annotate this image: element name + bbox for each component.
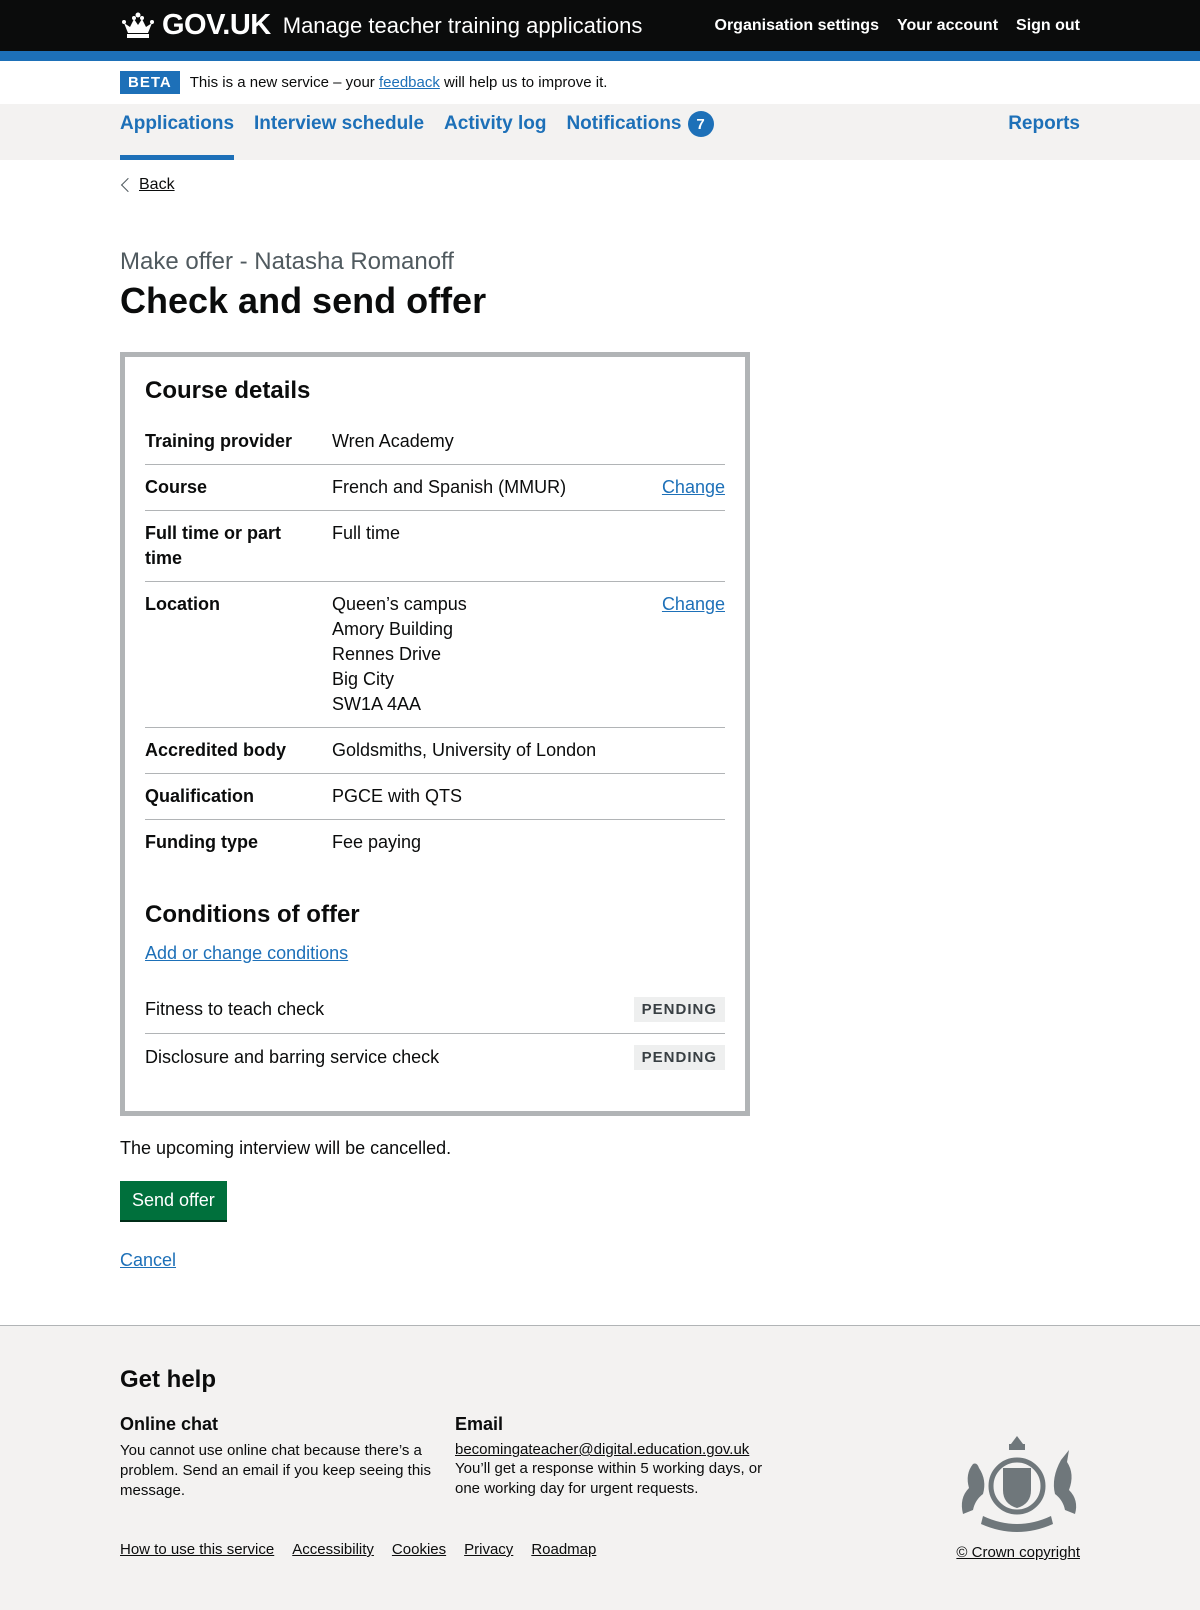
beta-text-before: This is a new service – your — [189, 74, 379, 91]
online-chat-title: Online chat — [120, 1414, 219, 1434]
condition-item: Disclosure and barring service check PEN… — [145, 1034, 725, 1081]
email-response-text: You’ll get a response within 5 working d… — [455, 1460, 763, 1497]
service-name[interactable]: Manage teacher training applications — [283, 13, 643, 39]
online-chat-section: Online chat You cannot use online chat b… — [120, 1414, 455, 1501]
site-footer: Get help Online chat You cannot use onli… — [0, 1325, 1200, 1610]
back-link-wrapper: Back — [120, 176, 1080, 194]
summary-value: Queen’s campus Amory Building Rennes Dri… — [332, 592, 645, 717]
summary-key: Location — [145, 594, 220, 614]
logo-text: GOV.UK — [162, 9, 271, 41]
cancel-link[interactable]: Cancel — [120, 1250, 1080, 1271]
conditions-list: Fitness to teach check PENDING Disclosur… — [145, 986, 725, 1081]
sign-out-link[interactable]: Sign out — [1016, 17, 1080, 35]
change-course-link[interactable]: Change — [662, 477, 725, 497]
tab-reports[interactable]: Reports — [1008, 105, 1080, 160]
summary-action-empty — [645, 521, 725, 571]
organisation-settings-link[interactable]: Organisation settings — [715, 17, 879, 35]
online-chat-text: You cannot use online chat because there… — [120, 1442, 432, 1499]
status-badge: PENDING — [633, 997, 725, 1022]
back-link[interactable]: Back — [139, 176, 175, 194]
tab-applications[interactable]: Applications — [120, 105, 235, 160]
footer-link-privacy[interactable]: Privacy — [464, 1541, 513, 1558]
course-details-heading: Course details — [145, 377, 311, 404]
summary-row-study-mode: Full time or part time Full time — [145, 511, 725, 582]
primary-nav: Applications Interview schedule Activity… — [0, 105, 1200, 160]
summary-value: French and Spanish (MMUR) — [332, 477, 567, 497]
beta-tag: BETA — [120, 71, 180, 94]
page-caption: Make offer - Natasha Romanoff — [120, 248, 454, 275]
phase-banner: BETA This is a new service – your feedba… — [0, 61, 1200, 105]
summary-key: Qualification — [145, 786, 255, 806]
change-location-link[interactable]: Change — [662, 594, 725, 614]
location-line: Amory Building — [332, 619, 454, 639]
summary-action-empty — [645, 784, 725, 809]
summary-row-course: Course French and Spanish (MMUR) Change — [145, 465, 725, 511]
condition-text: Disclosure and barring service check — [145, 1047, 440, 1067]
condition-item: Fitness to teach check PENDING — [145, 986, 725, 1034]
tab-interview-schedule[interactable]: Interview schedule — [254, 105, 424, 160]
crown-icon — [122, 12, 154, 38]
govuk-logo[interactable]: GOV.UK — [120, 9, 271, 42]
site-header: GOV.UK Manage teacher training applicati… — [0, 0, 1200, 61]
summary-value: Goldsmiths, University of London — [332, 740, 597, 760]
location-line: Rennes Drive — [332, 644, 442, 664]
get-help-heading: Get help — [120, 1366, 217, 1393]
your-account-link[interactable]: Your account — [897, 17, 998, 35]
status-badge: PENDING — [633, 1045, 725, 1070]
notifications-count-badge: 7 — [687, 111, 714, 137]
summary-key: Accredited body — [145, 740, 287, 760]
footer-link-cookies[interactable]: Cookies — [392, 1541, 446, 1558]
interview-cancel-note: The upcoming interview will be cancelled… — [120, 1138, 452, 1158]
summary-row-training-provider: Training provider Wren Academy — [145, 419, 725, 465]
chevron-left-icon — [120, 177, 136, 193]
summary-value: Wren Academy — [332, 431, 454, 451]
condition-text: Fitness to teach check — [145, 999, 325, 1019]
beta-text: This is a new service – your feedback wi… — [190, 74, 608, 91]
summary-action-empty — [645, 429, 725, 454]
tab-notifications-label: Notifications — [566, 113, 682, 134]
tab-notifications[interactable]: Notifications 7 — [566, 105, 714, 160]
footer-link-how-to-use[interactable]: How to use this service — [120, 1541, 274, 1558]
location-line: Big City — [332, 669, 395, 689]
tab-activity-log[interactable]: Activity log — [444, 105, 546, 160]
crown-copyright-link[interactable]: © Crown copyright — [956, 1544, 1080, 1561]
offer-summary-panel: Course details Training provider Wren Ac… — [120, 352, 750, 1116]
header-nav: Organisation settings Your account Sign … — [715, 17, 1081, 35]
help-columns: Online chat You cannot use online chat b… — [120, 1414, 1080, 1501]
email-title: Email — [455, 1414, 504, 1434]
summary-action: Change — [645, 592, 725, 717]
summary-row-qualification: Qualification PGCE with QTS — [145, 774, 725, 820]
summary-key: Full time or part time — [145, 523, 282, 568]
send-offer-button[interactable]: Send offer — [120, 1181, 227, 1220]
email-address-link[interactable]: becomingateacher@digital.education.gov.u… — [455, 1441, 749, 1458]
summary-value: Fee paying — [332, 832, 422, 852]
summary-action: Change — [645, 475, 725, 500]
summary-row-funding-type: Funding type Fee paying — [145, 820, 725, 865]
summary-value: PGCE with QTS — [332, 786, 463, 806]
footer-link-accessibility[interactable]: Accessibility — [292, 1541, 374, 1558]
summary-action-empty — [645, 830, 725, 855]
summary-key: Course — [145, 477, 208, 497]
summary-key: Funding type — [145, 832, 258, 852]
summary-key: Training provider — [145, 431, 293, 451]
footer-links: How to use this service Accessibility Co… — [120, 1541, 1080, 1558]
summary-row-location: Location Queen’s campus Amory Building R… — [145, 582, 725, 728]
page-title: Check and send offer — [120, 280, 487, 321]
location-line: Queen’s campus — [332, 594, 467, 614]
summary-value: Full time — [332, 523, 401, 543]
royal-coat-of-arms-icon — [961, 1436, 1077, 1532]
conditions-heading: Conditions of offer — [145, 901, 360, 928]
feedback-link[interactable]: feedback — [379, 74, 440, 91]
footer-link-roadmap[interactable]: Roadmap — [531, 1541, 596, 1558]
main-content: Back Make offer - Natasha Romanoff Check… — [120, 176, 1080, 1271]
beta-text-after: will help us to improve it. — [439, 74, 608, 91]
location-line: SW1A 4AA — [332, 694, 422, 714]
email-section: Email becomingateacher@digital.education… — [455, 1414, 790, 1501]
summary-action-empty — [645, 738, 725, 763]
summary-row-accredited-body: Accredited body Goldsmiths, University o… — [145, 728, 725, 774]
add-or-change-conditions-link[interactable]: Add or change conditions — [145, 943, 348, 964]
